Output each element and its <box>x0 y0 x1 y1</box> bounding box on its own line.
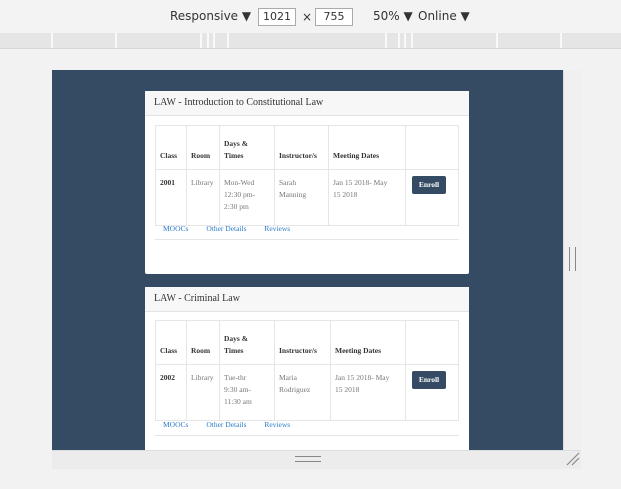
device-select[interactable]: Responsive ▼ <box>170 9 251 23</box>
column-header-meeting-dates: Meeting Dates <box>328 125 406 170</box>
media-query-ruler[interactable] <box>0 33 621 49</box>
dropdown-arrow-icon: ▼ <box>460 9 470 23</box>
course-table: Class Room Days & Times Instructor/s Meet… <box>155 125 459 226</box>
column-header-meeting-dates: Meeting Dates <box>330 320 406 365</box>
vertical-resize-handle-icon[interactable] <box>569 247 576 271</box>
table-row: 2001 Library Mon-Wed 12:30 pm- 2:30 pm Sar… <box>155 169 459 226</box>
course-card: LAW - Introduction to Constitutional Law… <box>145 91 469 274</box>
course-table: Class Room Days & Times Instructor/s Meet… <box>155 320 459 421</box>
course-links: MOOCs Other Details Reviews <box>163 224 306 233</box>
room: Library <box>186 364 220 421</box>
moocs-link[interactable]: MOOCs <box>163 420 188 429</box>
column-header-class: Class <box>155 125 187 170</box>
column-header-room: Room <box>186 320 220 365</box>
instructor: Sarah Manning <box>274 169 329 226</box>
enroll-cell: Enroll <box>405 169 459 226</box>
column-header-action <box>405 320 459 365</box>
reviews-link[interactable]: Reviews <box>264 420 290 429</box>
moocs-link[interactable]: MOOCs <box>163 224 188 233</box>
column-header-instructor: Instructor/s <box>274 125 329 170</box>
column-header-class: Class <box>155 320 187 365</box>
device-label: Responsive <box>170 9 239 23</box>
course-title: LAW - Criminal Law <box>145 287 469 312</box>
width-input[interactable]: 1021 <box>258 8 296 26</box>
enroll-button[interactable]: Enroll <box>412 176 446 194</box>
reviews-link[interactable]: Reviews <box>264 224 290 233</box>
room: Library <box>186 169 220 226</box>
days-times: Mon-Wed 12:30 pm- 2:30 pm <box>219 169 275 226</box>
table-header-row: Class Room Days & Times Instructor/s Meet… <box>155 125 459 170</box>
column-header-days-times: Days & Times <box>219 320 275 365</box>
height-input[interactable]: 755 <box>315 8 353 26</box>
other-details-link[interactable]: Other Details <box>206 224 246 233</box>
network-label: Online <box>418 9 457 23</box>
enroll-cell: Enroll <box>405 364 459 421</box>
column-header-days-times: Days & Times <box>219 125 275 170</box>
divider <box>155 239 459 240</box>
other-details-link[interactable]: Other Details <box>206 420 246 429</box>
table-header-row: Class Room Days & Times Instructor/s Meet… <box>155 320 459 365</box>
device-toolbar: Responsive ▼ 1021 × 755 50% ▼ Online ▼ <box>0 0 621 34</box>
zoom-label: 50% <box>373 9 400 23</box>
course-links: MOOCs Other Details Reviews <box>163 420 306 429</box>
table-row: 2002 Library Tue-thr 9:30 am- 11:30 am Mar… <box>155 364 459 421</box>
dimension-separator: × <box>302 10 313 24</box>
dropdown-arrow-icon: ▼ <box>241 9 252 23</box>
course-title: LAW - Introduction to Constitutional Law <box>145 91 469 116</box>
dropdown-arrow-icon: ▼ <box>403 9 413 23</box>
zoom-select[interactable]: 50% ▼ <box>373 9 413 23</box>
divider <box>155 435 459 436</box>
meeting-dates: Jan 15 2018- May 15 2018 <box>328 169 406 226</box>
class-number: 2001 <box>155 169 187 226</box>
corner-resize-icon[interactable] <box>566 452 580 466</box>
viewport-preview: LAW - Introduction to Constitutional Law… <box>52 70 563 450</box>
enroll-button[interactable]: Enroll <box>412 371 446 389</box>
column-header-action <box>405 125 459 170</box>
meeting-dates: Jan 15 2018- May 15 2018 <box>330 364 406 421</box>
days-times: Tue-thr 9:30 am- 11:30 am <box>219 364 275 421</box>
class-number: 2002 <box>155 364 187 421</box>
course-card: LAW - Criminal Law Class Room Days & Time… <box>145 287 469 450</box>
network-select[interactable]: Online ▼ <box>418 9 470 23</box>
instructor: Maria Rodriguez <box>274 364 331 421</box>
column-header-instructor: Instructor/s <box>274 320 331 365</box>
column-header-room: Room <box>186 125 220 170</box>
horizontal-resize-handle-icon[interactable] <box>295 456 321 462</box>
